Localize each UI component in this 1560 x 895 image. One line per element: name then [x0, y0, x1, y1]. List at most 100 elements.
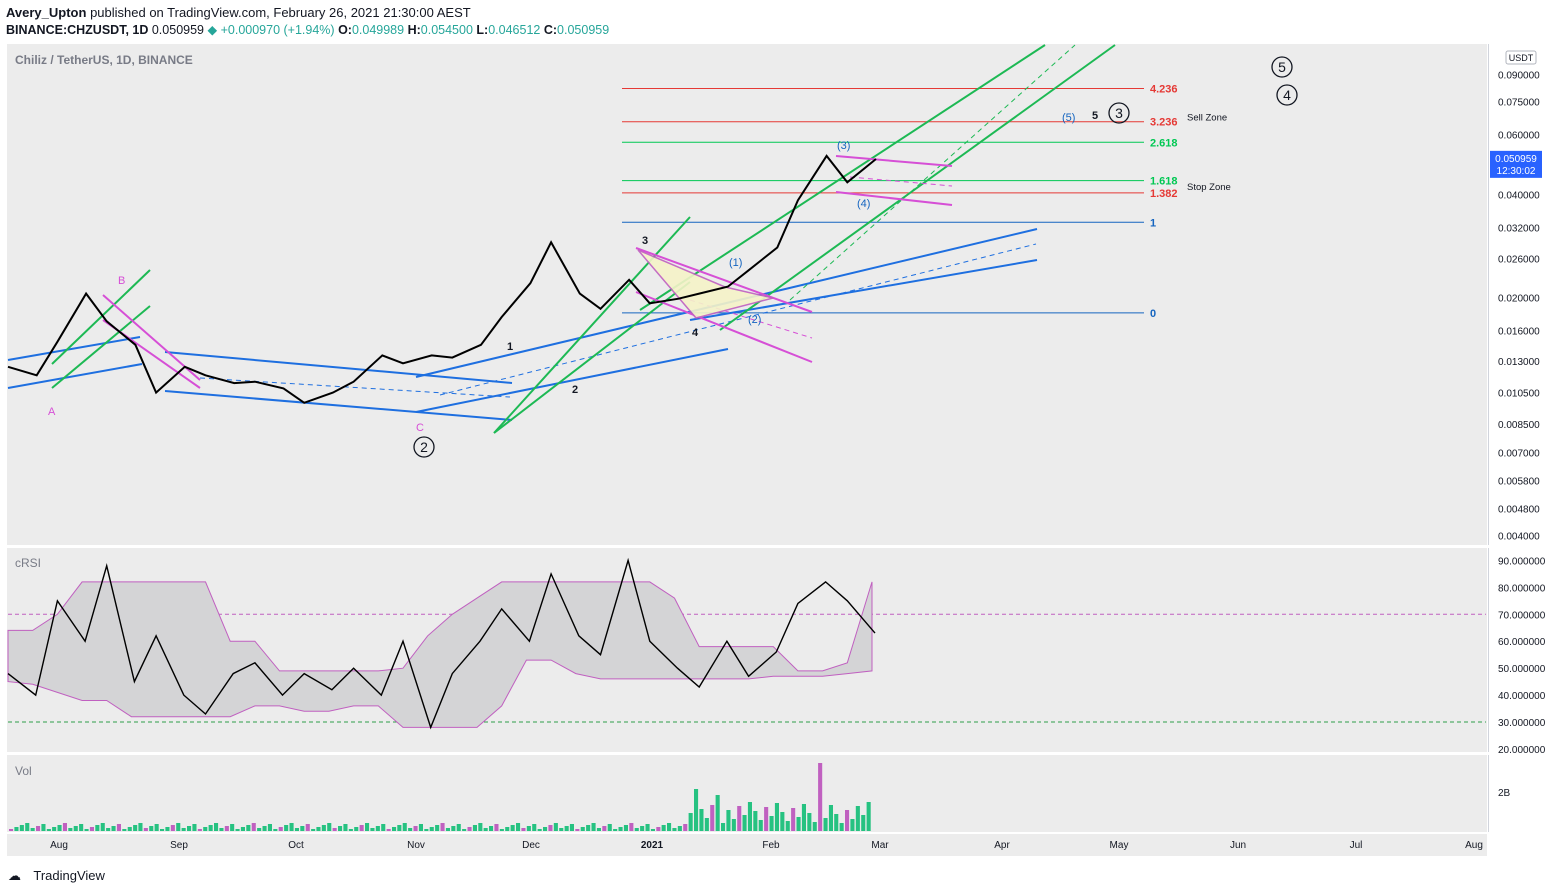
crsi-pane-title: cRSI [15, 556, 41, 570]
volume-bar [365, 823, 370, 831]
wave-label-1: 1 [507, 341, 513, 353]
volume-bar [478, 823, 483, 831]
fib-level-label: 1 [1150, 217, 1156, 229]
volume-bar [710, 805, 715, 831]
time-axis-label: Mar [871, 840, 889, 851]
price-tick-label: 0.040000 [1498, 191, 1540, 202]
wave-label-sub3: (3) [837, 140, 850, 152]
volume-bar [68, 828, 73, 831]
volume-bar [845, 810, 850, 831]
price-tick-label: 0.090000 [1498, 71, 1540, 82]
volume-bar [9, 829, 14, 831]
volume-bar [25, 823, 30, 831]
fib-level-label: 2.618 [1150, 137, 1178, 149]
volume-bar [240, 827, 245, 831]
volume-bar [451, 826, 456, 831]
crsi-tick-label: 30.000000 [1498, 718, 1546, 729]
magenta-flag-midline [849, 176, 953, 187]
volume-bar [278, 827, 283, 831]
volume-bar [791, 808, 796, 831]
wave-label-sub2: (2) [748, 314, 761, 326]
volume-bar [79, 824, 84, 831]
volume-bar [440, 823, 445, 831]
volume-bar [300, 826, 305, 831]
tradingview-logo-icon[interactable]: ☁ [8, 868, 30, 884]
circled-wave-4: 4 [1283, 87, 1291, 103]
price-tick-label: 0.004000 [1498, 531, 1540, 542]
volume-bar [462, 829, 467, 831]
volume-bar [424, 829, 429, 831]
volume-bar [214, 823, 219, 831]
volume-bar [262, 826, 267, 831]
volume-bar [613, 829, 618, 831]
volume-bar [834, 814, 839, 831]
volume-bar [807, 813, 812, 831]
volume-bar [230, 824, 235, 831]
volume-bar [591, 823, 596, 831]
time-axis-label: Nov [407, 840, 425, 851]
volume-bar [84, 829, 89, 831]
volume-bar [623, 825, 628, 831]
volume-bar [839, 823, 844, 831]
volume-bar [640, 826, 645, 831]
blue-channel-line [7, 336, 141, 361]
volume-bar [224, 826, 229, 831]
volume-bar [386, 829, 391, 831]
chart-svg: 0.090000 0.075000 0.060000 0.040000 0.032000… [7, 44, 1546, 851]
volume-bar [559, 828, 564, 831]
volume-bar [332, 828, 337, 831]
volume-bar [855, 806, 860, 831]
volume-bar [543, 827, 548, 831]
volume-bar [602, 826, 607, 831]
volume-bar [596, 828, 601, 831]
volume-bar [57, 825, 62, 831]
crsi-tick-label: 60.000000 [1498, 637, 1546, 648]
volume-bar [354, 827, 359, 831]
time-axis-label: Jul [1350, 840, 1363, 851]
wave-label-c: C [416, 422, 424, 434]
crsi-tick-label: 70.000000 [1498, 610, 1546, 621]
volume-bar [704, 818, 709, 831]
countdown-label: 12:30:02 [1497, 166, 1536, 177]
circled-wave-2: 2 [420, 439, 428, 455]
volume-bar [95, 825, 100, 831]
volume-pane-title: Vol [15, 764, 32, 778]
volume-bar [429, 827, 434, 831]
currency-badge-label: USDT [1509, 53, 1534, 63]
volume-bar [489, 826, 494, 831]
volume-bar [370, 828, 375, 831]
price-tick-label: 0.008500 [1498, 420, 1540, 431]
blue-channel-line [164, 390, 513, 421]
crsi-tick-label: 40.000000 [1498, 691, 1546, 702]
price-tick-label: 0.007000 [1498, 449, 1540, 460]
volume-bar [737, 806, 742, 831]
blue-channel-line [689, 259, 1038, 321]
footer-brand[interactable]: TradingView [33, 868, 105, 883]
volume-bar [267, 824, 272, 831]
volume-bar [774, 803, 779, 831]
price-tick-label: 0.010500 [1498, 389, 1540, 400]
volume-bar [742, 815, 747, 831]
volume-bar [149, 826, 154, 831]
volume-bar [494, 824, 499, 831]
volume-bar [580, 827, 585, 831]
volume-bar [116, 824, 121, 831]
fib-level-label: 0 [1150, 308, 1156, 320]
time-axis-label: Dec [522, 840, 540, 851]
volume-bar [521, 828, 526, 831]
time-axis-label: Aug [1465, 840, 1483, 851]
volume-bar [445, 828, 450, 831]
wave-label-sub4: (4) [857, 198, 870, 210]
volume-bar [327, 823, 332, 831]
time-axis-label: 2021 [641, 840, 664, 851]
volume-bar [165, 827, 170, 831]
volume-bar [785, 821, 790, 831]
volume-bar [111, 826, 116, 831]
volume-bar [36, 826, 41, 831]
fib-level-label: 1.382 [1150, 188, 1178, 200]
volume-bar [257, 828, 262, 831]
volume-bar [780, 812, 785, 831]
volume-bar [435, 825, 440, 831]
time-axis-label: May [1110, 840, 1129, 851]
volume-bar [510, 825, 515, 831]
